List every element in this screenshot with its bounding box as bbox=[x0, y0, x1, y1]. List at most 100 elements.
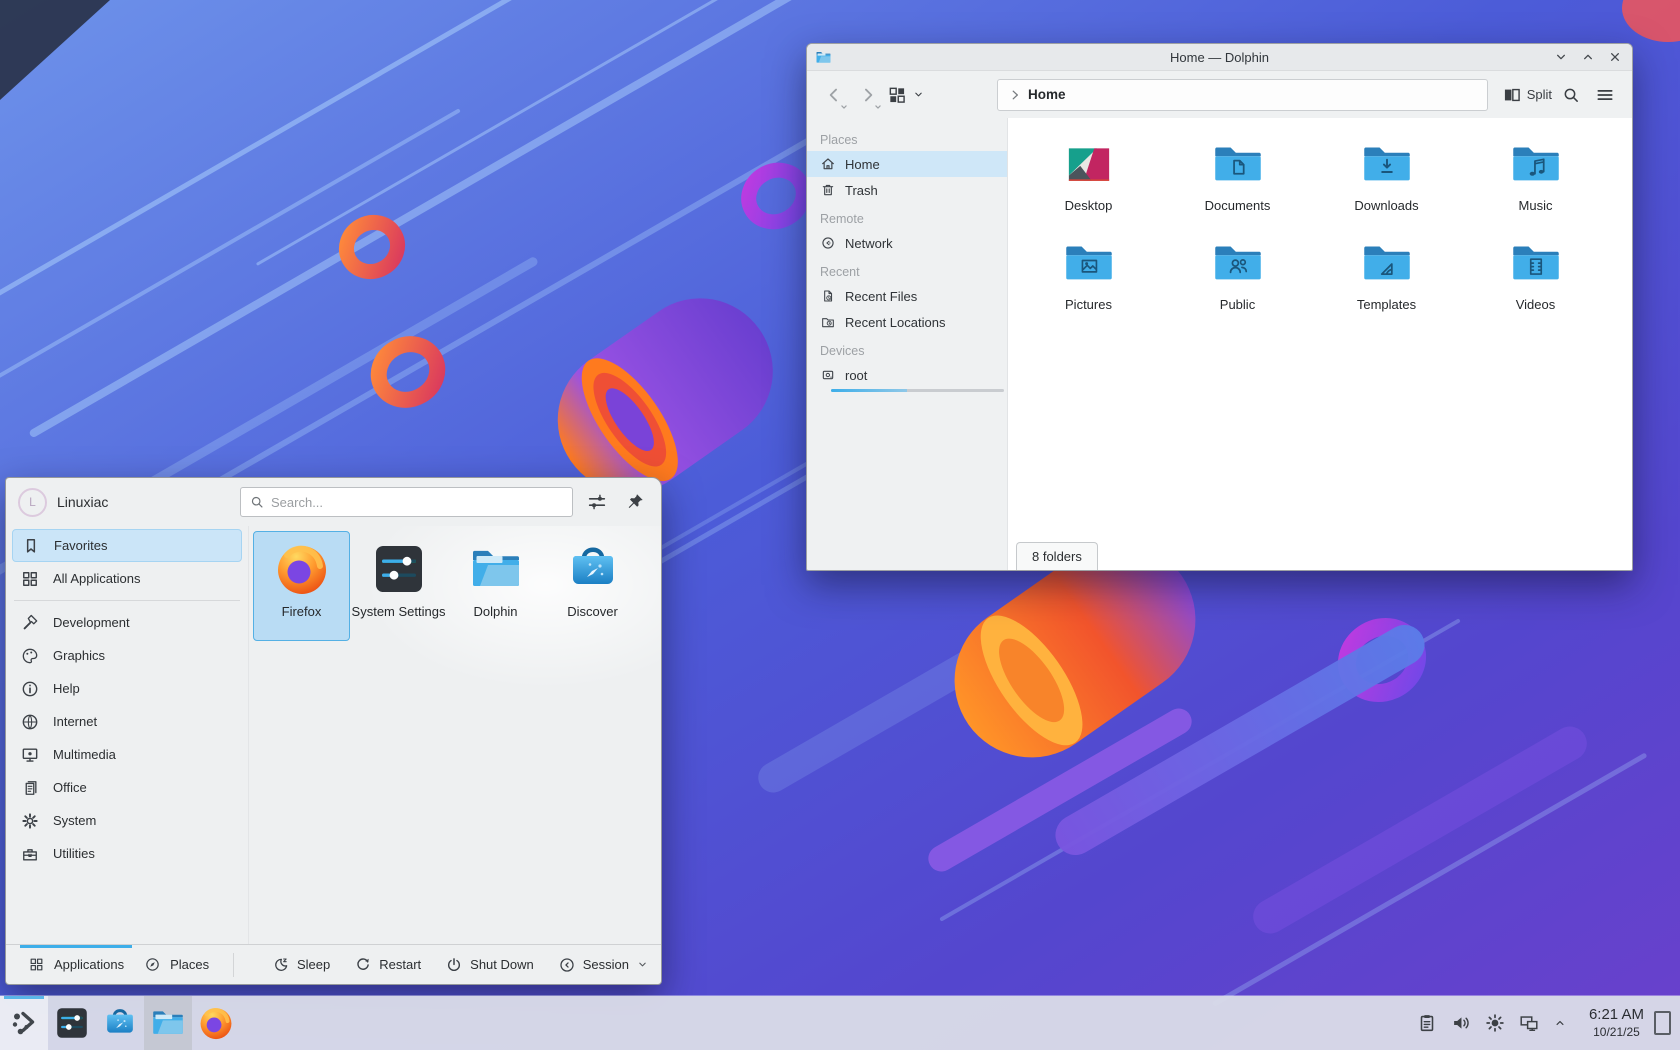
folder-item-music[interactable]: Music bbox=[1461, 128, 1610, 227]
favorite-discover[interactable]: Discover bbox=[544, 531, 641, 641]
favorite-dolphin[interactable]: Dolphin bbox=[447, 531, 544, 641]
hamburger-menu-button[interactable] bbox=[1590, 79, 1620, 111]
volume-icon bbox=[1450, 1012, 1472, 1034]
configure-icon bbox=[586, 491, 608, 513]
discover-icon bbox=[565, 541, 621, 597]
sidebar-item-all-applications[interactable]: All Applications bbox=[12, 562, 242, 595]
show-desktop-button[interactable] bbox=[1654, 1011, 1671, 1035]
sidebar-item-label: Utilities bbox=[53, 846, 95, 861]
sidebar-item-system[interactable]: System bbox=[12, 804, 242, 837]
sidebar-item-label: Internet bbox=[53, 714, 97, 729]
forward-button[interactable] bbox=[853, 79, 883, 111]
all-apps-icon bbox=[28, 956, 45, 973]
places-item-root[interactable]: root bbox=[807, 362, 1007, 388]
sidebar-item-help[interactable]: Help bbox=[12, 672, 242, 705]
folder-documents-icon bbox=[1210, 137, 1266, 193]
search-icon bbox=[1561, 85, 1581, 105]
folder-item-pictures[interactable]: Pictures bbox=[1014, 227, 1163, 326]
sidebar-item-label: Development bbox=[53, 615, 130, 630]
favorite-system-settings[interactable]: System Settings bbox=[350, 531, 447, 641]
action-restart[interactable]: Restart bbox=[354, 956, 421, 974]
task-system-settings[interactable] bbox=[48, 996, 96, 1050]
dolphin-toolbar: Home Split bbox=[807, 71, 1632, 118]
places-item-home[interactable]: Home bbox=[807, 151, 1007, 177]
folder-downloads-icon bbox=[1359, 137, 1415, 193]
forward-history-caret-icon bbox=[873, 102, 883, 112]
folder-item-videos[interactable]: Videos bbox=[1461, 227, 1610, 326]
dolphin-icon bbox=[150, 1005, 186, 1041]
recent-files-icon bbox=[820, 288, 836, 304]
configure-button[interactable] bbox=[583, 488, 611, 516]
places-section-remote: Remote bbox=[807, 203, 1007, 230]
sidebar-item-utilities[interactable]: Utilities bbox=[12, 837, 242, 870]
places-item-recent-files[interactable]: Recent Files bbox=[807, 283, 1007, 309]
task-dolphin[interactable] bbox=[144, 996, 192, 1050]
session-icon bbox=[558, 956, 576, 974]
chevron-up-icon bbox=[1580, 49, 1596, 65]
favorite-firefox[interactable]: Firefox bbox=[253, 531, 350, 641]
internet-icon bbox=[20, 712, 40, 732]
places-item-trash[interactable]: Trash bbox=[807, 177, 1007, 203]
dolphin-titlebar[interactable]: Home — Dolphin bbox=[807, 44, 1632, 71]
task-discover[interactable] bbox=[96, 996, 144, 1050]
tray-clipboard[interactable] bbox=[1413, 1009, 1441, 1037]
breadcrumb-home[interactable]: Home bbox=[1028, 87, 1066, 102]
footer-tab-label: Places bbox=[170, 957, 209, 972]
location-bar[interactable]: Home bbox=[997, 79, 1488, 111]
pin-button[interactable] bbox=[621, 488, 649, 516]
sidebar-item-office[interactable]: Office bbox=[12, 771, 242, 804]
folder-pictures-icon bbox=[1061, 236, 1117, 292]
footer-tab-applications[interactable]: Applications bbox=[18, 945, 134, 984]
bookmark-icon bbox=[21, 536, 41, 556]
places-item-label: Recent Locations bbox=[845, 315, 945, 330]
action-label: Restart bbox=[379, 957, 421, 972]
sidebar-item-internet[interactable]: Internet bbox=[12, 705, 242, 738]
window-title: Home — Dolphin bbox=[807, 50, 1632, 65]
sidebar-item-graphics[interactable]: Graphics bbox=[12, 639, 242, 672]
search-button[interactable] bbox=[1556, 79, 1586, 111]
footer-separator bbox=[233, 953, 234, 977]
minimize-button[interactable] bbox=[1552, 48, 1570, 66]
tray-displays[interactable] bbox=[1515, 1009, 1543, 1037]
clock-date: 10/21/25 bbox=[1589, 1025, 1644, 1040]
folder-item-desktop[interactable]: Desktop bbox=[1014, 128, 1163, 227]
places-item-recent-locations[interactable]: Recent Locations bbox=[807, 309, 1007, 335]
folder-item-templates[interactable]: Templates bbox=[1312, 227, 1461, 326]
folder-templates-icon bbox=[1359, 236, 1415, 292]
launcher-footer: Applications Places Sleep Restart Shut Down… bbox=[6, 944, 661, 984]
view-mode-button[interactable] bbox=[887, 79, 925, 111]
task-firefox[interactable] bbox=[192, 996, 240, 1050]
back-button[interactable] bbox=[819, 79, 849, 111]
folder-item-downloads[interactable]: Downloads bbox=[1312, 128, 1461, 227]
folder-item-label: Documents bbox=[1205, 198, 1271, 213]
user-name: Linuxiac bbox=[57, 494, 108, 510]
network-icon bbox=[820, 235, 836, 251]
close-button[interactable] bbox=[1606, 48, 1624, 66]
tray-volume[interactable] bbox=[1447, 1009, 1475, 1037]
sidebar-item-development[interactable]: Development bbox=[12, 606, 242, 639]
firefox-icon bbox=[198, 1005, 234, 1041]
sidebar-item-favorites[interactable]: Favorites bbox=[12, 529, 242, 562]
search-input[interactable] bbox=[271, 495, 564, 510]
places-item-network[interactable]: Network bbox=[807, 230, 1007, 256]
home-icon bbox=[820, 156, 836, 172]
action-session[interactable]: Session bbox=[558, 956, 649, 974]
action-shut-down[interactable]: Shut Down bbox=[445, 956, 534, 974]
places-panel: PlacesHomeTrashRemoteNetworkRecentRecent… bbox=[807, 118, 1008, 570]
sidebar-item-multimedia[interactable]: Multimedia bbox=[12, 738, 242, 771]
status-bar: 8 folders bbox=[1016, 542, 1098, 570]
maximize-button[interactable] bbox=[1579, 48, 1597, 66]
favorites-view: FirefoxSystem SettingsDolphinDiscover bbox=[249, 526, 661, 944]
tray-expand-tray[interactable] bbox=[1549, 1012, 1571, 1034]
folder-item-documents[interactable]: Documents bbox=[1163, 128, 1312, 227]
avatar[interactable]: L bbox=[18, 488, 47, 517]
folder-view[interactable]: Desktop Documents DownloadsMusic PicturesPu… bbox=[1008, 118, 1632, 570]
split-button[interactable]: Split bbox=[1502, 79, 1552, 111]
folder-item-public[interactable]: Public bbox=[1163, 227, 1312, 326]
tray-brightness[interactable] bbox=[1481, 1009, 1509, 1037]
task-kickoff[interactable] bbox=[0, 996, 48, 1050]
development-icon bbox=[20, 613, 40, 633]
footer-tab-places[interactable]: Places bbox=[134, 945, 219, 984]
action-sleep[interactable]: Sleep bbox=[272, 956, 330, 974]
digital-clock[interactable]: 6:21 AM 10/21/25 bbox=[1589, 1006, 1644, 1040]
